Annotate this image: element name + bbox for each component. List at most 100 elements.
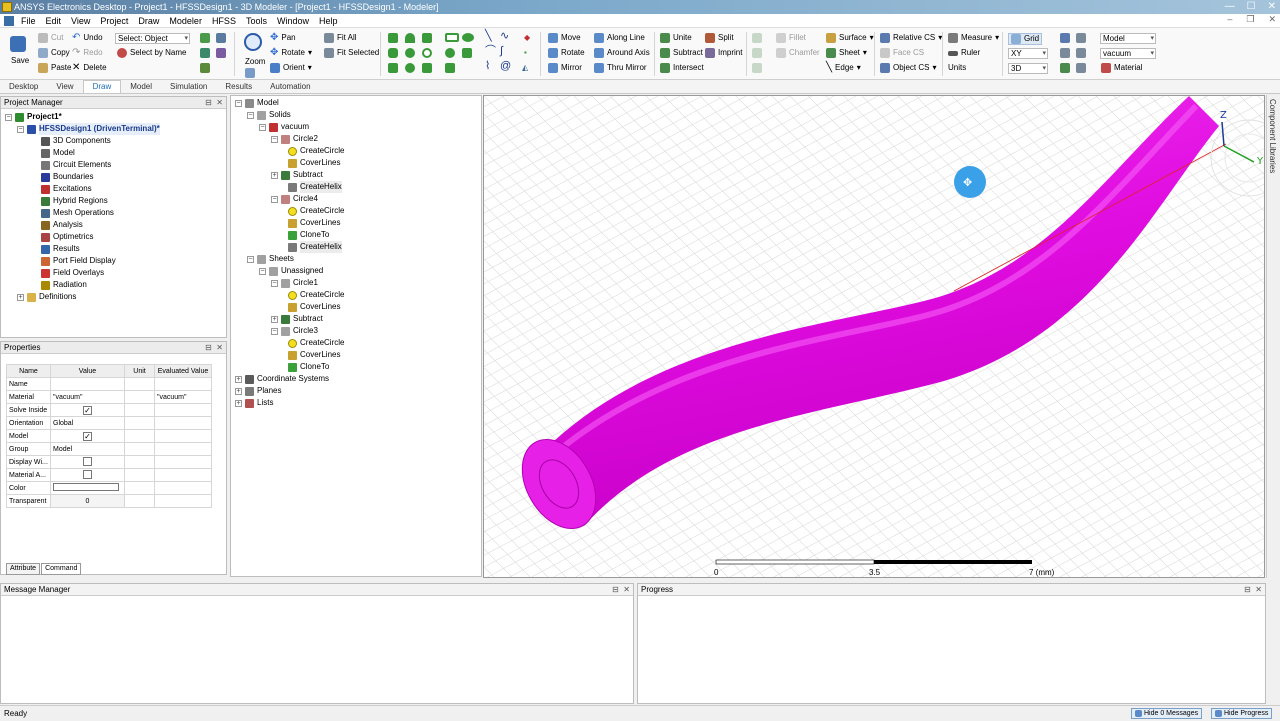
save-button[interactable]: Save (11, 56, 29, 66)
property-checkbox[interactable] (83, 469, 92, 479)
tab-view[interactable]: View (47, 81, 82, 93)
close-panel-icon[interactable]: ✕ (216, 98, 223, 107)
select-mode-dropdown[interactable]: Select: Object (115, 33, 190, 44)
duplicate-around-axis-button[interactable]: Around Axis (594, 48, 650, 58)
duplicate-along-line-button[interactable]: Along Line (594, 33, 645, 43)
save-icon[interactable] (10, 36, 26, 52)
property-value[interactable] (50, 481, 125, 495)
expand-toggle-icon[interactable]: + (235, 399, 242, 407)
draw-spline-icon[interactable]: ∿ (500, 31, 509, 42)
draw-plane-icon[interactable]: ▪ (524, 48, 527, 58)
material-dropdown[interactable]: vacuum (1100, 48, 1156, 59)
zoom-icon[interactable] (244, 33, 262, 51)
measure-dropdown[interactable]: Measure ▾ (948, 33, 999, 43)
model-tree-item[interactable]: CreateCircle (285, 145, 344, 157)
imprint-button[interactable]: Imprint (705, 48, 742, 58)
draw-point-icon[interactable]: ◆ (524, 33, 530, 43)
menu-help[interactable]: Help (314, 14, 343, 28)
expand-toggle-icon[interactable]: − (259, 123, 266, 131)
movement-mode-icon[interactable] (1076, 48, 1086, 58)
close-panel-icon[interactable]: ✕ (1255, 585, 1262, 594)
menu-hfss[interactable]: HFSS (207, 14, 241, 28)
draw-box-icon[interactable] (388, 33, 398, 43)
component-libraries-sidebar[interactable]: Component Libraries (1266, 95, 1280, 578)
copy-button[interactable]: Copy (38, 48, 70, 58)
draw-polyhedron-icon[interactable] (422, 33, 432, 43)
project-tree-item[interactable]: Excitations (31, 183, 92, 195)
pin-icon[interactable]: ⊟ (205, 343, 212, 352)
model-tree-item[interactable]: CreateHelix (285, 181, 342, 193)
model-tree-item[interactable]: + Lists (235, 397, 273, 409)
expand-toggle-icon[interactable]: − (235, 99, 242, 107)
draw-line-icon[interactable]: ╲ (485, 31, 492, 42)
project-tree-item[interactable]: Port Field Display (31, 255, 116, 267)
expand-toggle-icon[interactable]: + (235, 375, 242, 383)
color-swatch[interactable] (53, 483, 119, 491)
draw-ellipsoid-icon[interactable] (405, 63, 415, 73)
expand-toggle-icon[interactable]: + (235, 387, 242, 395)
model-tree-item[interactable]: CoverLines (285, 157, 340, 169)
property-checkbox[interactable]: ✓ (83, 405, 92, 415)
expand-toggle-icon[interactable]: − (259, 267, 266, 275)
property-value[interactable]: Global (50, 416, 125, 430)
select-tool-icon[interactable] (200, 33, 210, 43)
property-value[interactable]: "vacuum" (50, 390, 125, 404)
model-tree-item[interactable]: CreateHelix (285, 241, 342, 253)
model-tree-item[interactable]: CoverLines (285, 217, 340, 229)
property-row[interactable]: Name (6, 377, 212, 391)
draw-polygon-icon[interactable] (445, 63, 455, 73)
project-tree-item[interactable]: 3D Components (31, 135, 111, 147)
delete-button[interactable]: ✕ Delete (72, 63, 107, 73)
draw-regular-polygon-icon[interactable] (462, 48, 472, 58)
select-edge-icon[interactable] (200, 48, 210, 58)
tab-draw[interactable]: Draw (82, 80, 122, 93)
mdi-close-icon[interactable]: ✕ (1268, 14, 1276, 25)
surface-dropdown[interactable]: Surface ▾ (826, 33, 874, 43)
expand-toggle-icon[interactable]: + (17, 293, 24, 301)
draw-bondwire-icon[interactable] (422, 63, 432, 73)
model-tree-item[interactable]: − Solids (247, 109, 291, 121)
property-value[interactable]: ✓ (50, 403, 125, 417)
project-tree-item[interactable]: + Definitions (17, 291, 76, 303)
duplicate-thru-mirror-button[interactable]: Thru Mirror (594, 63, 647, 73)
property-value[interactable] (50, 468, 125, 482)
expand-toggle-icon[interactable]: − (5, 113, 12, 121)
model-dropdown[interactable]: Model (1100, 33, 1156, 44)
model-tree-item[interactable]: − Model (235, 97, 279, 109)
object-cs-dropdown[interactable]: Object CS ▾ (880, 63, 936, 73)
hide-messages-button[interactable]: Hide 0 Messages (1131, 708, 1203, 719)
close-panel-icon[interactable]: ✕ (216, 343, 223, 352)
expand-toggle-icon[interactable]: + (271, 315, 278, 323)
tab-results[interactable]: Results (216, 81, 261, 93)
draw-arc-icon[interactable]: ⌒ (485, 46, 496, 57)
draw-torus-icon[interactable] (422, 48, 432, 58)
model-tree-item[interactable]: − Circle4 (271, 193, 318, 205)
model-tree-item[interactable]: + Planes (235, 385, 281, 397)
paste-button[interactable]: Paste (38, 63, 71, 73)
property-row[interactable]: Display Wi... (6, 455, 212, 469)
redo-button[interactable]: ↷ Redo (72, 48, 103, 58)
menu-modeler[interactable]: Modeler (164, 14, 207, 28)
rotate-object-button[interactable]: Rotate (548, 48, 585, 58)
property-checkbox[interactable]: ✓ (83, 431, 92, 441)
project-tree-item[interactable]: − Project1* (5, 111, 62, 123)
property-row[interactable]: Solve Inside ✓ (6, 403, 212, 417)
close-panel-icon[interactable]: ✕ (623, 585, 630, 594)
minimize-icon[interactable]: — (1225, 0, 1235, 14)
property-value[interactable]: 0 (50, 494, 125, 508)
relative-cs-dropdown[interactable]: Relative CS ▾ (880, 33, 942, 43)
units-button[interactable]: Units (948, 63, 966, 73)
expand-toggle-icon[interactable]: − (271, 279, 278, 287)
menu-tools[interactable]: Tools (241, 14, 272, 28)
material-assign-icon[interactable] (1060, 63, 1070, 73)
fillet-button[interactable]: Fillet (776, 33, 806, 43)
menu-file[interactable]: File (16, 14, 41, 28)
model-tree-item[interactable]: + Coordinate Systems (235, 373, 329, 385)
draw-prism-icon[interactable] (388, 63, 398, 73)
cut-button[interactable]: Cut (38, 33, 63, 43)
pin-icon[interactable]: ⊟ (612, 585, 619, 594)
project-tree-item[interactable]: Boundaries (31, 171, 93, 183)
expand-toggle-icon[interactable]: − (247, 111, 254, 119)
tab-model[interactable]: Model (121, 81, 161, 93)
grid-toggle[interactable]: Grid (1008, 33, 1043, 45)
